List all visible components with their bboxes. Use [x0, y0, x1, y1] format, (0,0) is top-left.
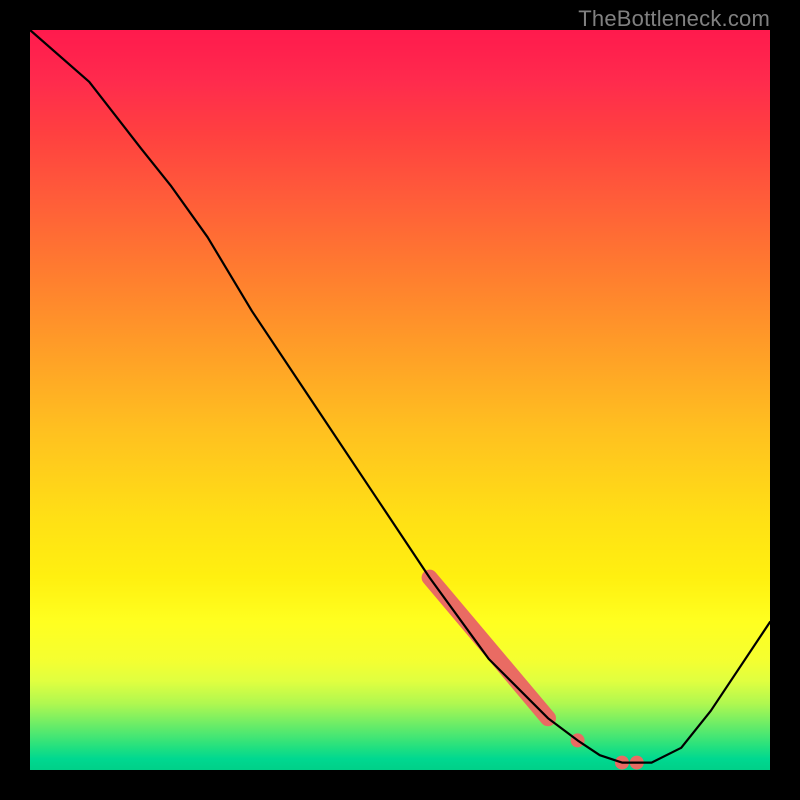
curve-highlight-segment	[430, 578, 548, 719]
chart-container: TheBottleneck.com	[0, 0, 800, 800]
watermark-text: TheBottleneck.com	[578, 6, 770, 32]
curve-marker-group	[571, 733, 644, 769]
chart-svg-overlay	[30, 30, 770, 770]
bottleneck-curve	[30, 30, 770, 763]
